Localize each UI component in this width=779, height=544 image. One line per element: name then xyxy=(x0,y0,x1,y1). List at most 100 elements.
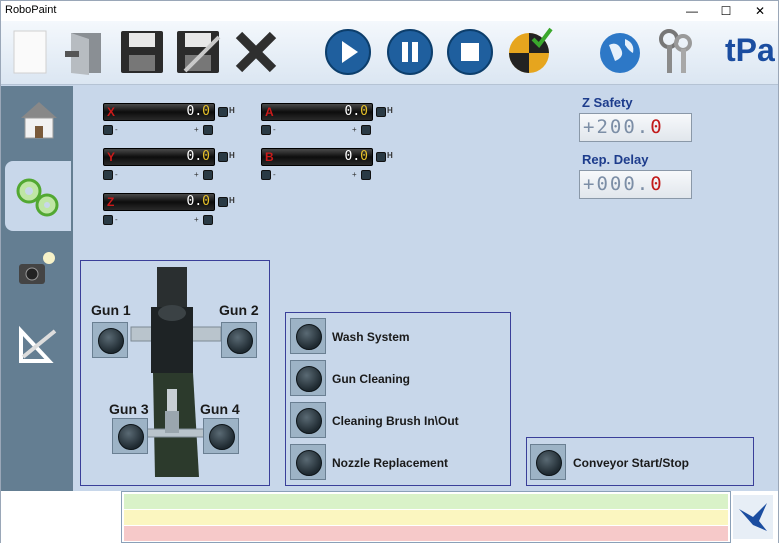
axis-y-value: 0.0 xyxy=(186,149,210,164)
axis-x-value: 0.0 xyxy=(186,104,210,119)
maximize-button[interactable]: ☐ xyxy=(709,1,743,21)
axis-x-control: X 0.0 H - + xyxy=(103,103,243,141)
cleaning-brush-button[interactable] xyxy=(290,402,326,438)
rep-delay-label: Rep. Delay xyxy=(582,152,649,167)
calibrate-icon[interactable] xyxy=(505,27,555,77)
stop-icon[interactable] xyxy=(445,27,495,77)
axis-a-minus-label: - xyxy=(273,125,276,134)
axis-a-minus-button[interactable] xyxy=(261,125,271,135)
cleaning-panel: Wash System Gun Cleaning Cleaning Brush … xyxy=(285,312,511,486)
nozzle-replacement-row: Nozzle Replacement xyxy=(288,444,510,482)
axis-z-control: Z 0.0 H - + xyxy=(103,193,243,231)
nozzle-replacement-button[interactable] xyxy=(290,444,326,480)
toolbar: tPa xyxy=(1,21,778,85)
axis-a-letter: A xyxy=(265,105,274,119)
gun-4-label: Gun 4 xyxy=(200,401,240,417)
axis-x-letter: X xyxy=(107,105,116,119)
axis-z-value: 0.0 xyxy=(186,194,210,209)
pause-icon[interactable] xyxy=(385,27,435,77)
wash-system-button[interactable] xyxy=(290,318,326,354)
axis-y-letter: Y xyxy=(107,150,116,164)
axis-x-minus-button[interactable] xyxy=(103,125,113,135)
set-square-icon xyxy=(19,325,57,363)
keys-icon[interactable] xyxy=(651,27,701,77)
gun-2-button[interactable] xyxy=(221,322,257,358)
title-bar: RoboPaint — ☐ ✕ xyxy=(1,1,778,21)
gun-1-label: Gun 1 xyxy=(91,302,131,318)
sidebar xyxy=(1,86,73,491)
axis-z-plus-button[interactable] xyxy=(203,215,213,225)
sidebar-tab-tools[interactable] xyxy=(5,311,71,381)
axis-x-minus-label: - xyxy=(115,125,118,134)
gun-2-label: Gun 2 xyxy=(219,302,259,318)
gun-panel: Gun 1 Gun 2 Gun 3 Gun 4 xyxy=(80,260,270,486)
axis-z-minus-button[interactable] xyxy=(103,215,113,225)
axis-y-home-label: H xyxy=(229,151,235,160)
delete-icon[interactable] xyxy=(231,27,281,77)
conveyor-button[interactable] xyxy=(530,444,566,480)
z-safety-label: Z Safety xyxy=(582,95,633,110)
rep-delay-field[interactable]: +000.0 xyxy=(579,170,692,199)
tpa-logo-text: tPa xyxy=(725,32,775,68)
minimize-button[interactable]: — xyxy=(675,1,709,21)
axis-a-plus-button[interactable] xyxy=(361,125,371,135)
axis-a-control: A 0.0 H - + xyxy=(261,103,401,141)
status-band-warning xyxy=(124,510,728,525)
axis-z-display: Z 0.0 xyxy=(103,193,215,211)
axis-y-control: Y 0.0 H - + xyxy=(103,148,243,186)
save-icon[interactable] xyxy=(117,27,167,77)
window-title: RoboPaint xyxy=(5,4,57,16)
axis-y-plus-button[interactable] xyxy=(203,170,213,180)
exit-door-icon[interactable] xyxy=(61,27,111,77)
axis-b-control: B 0.0 H - + xyxy=(261,148,401,186)
sidebar-tab-settings[interactable] xyxy=(5,161,71,231)
axis-z-plus-label: + xyxy=(194,215,199,224)
gears-icon xyxy=(16,178,59,217)
gun-cleaning-row: Gun Cleaning xyxy=(288,360,510,398)
gun-cleaning-label: Gun Cleaning xyxy=(332,372,410,386)
axis-x-plus-label: + xyxy=(194,125,199,134)
axis-y-minus-button[interactable] xyxy=(103,170,113,180)
axis-a-home-button[interactable] xyxy=(376,107,386,117)
axis-b-home-button[interactable] xyxy=(376,152,386,162)
status-band-ok xyxy=(124,494,728,509)
axis-z-minus-label: - xyxy=(115,215,118,224)
gun-4-button[interactable] xyxy=(203,418,239,454)
axis-b-plus-button[interactable] xyxy=(361,170,371,180)
bird-icon[interactable] xyxy=(733,495,773,539)
axis-b-home-label: H xyxy=(387,151,393,160)
globe-icon[interactable] xyxy=(595,27,645,77)
conveyor-label: Conveyor Start/Stop xyxy=(573,456,690,470)
sidebar-tab-camera[interactable] xyxy=(5,236,71,306)
robopaint-window: RoboPaint — ☐ ✕ tPa X 0.0 H - + Y 0.0 H … xyxy=(0,0,779,543)
axis-a-home-label: H xyxy=(387,106,393,115)
status-band-error xyxy=(124,526,728,541)
conveyor-panel: Conveyor Start/Stop xyxy=(526,437,754,486)
gun-cleaning-button[interactable] xyxy=(290,360,326,396)
axis-b-minus-button[interactable] xyxy=(261,170,271,180)
axis-a-value: 0.0 xyxy=(344,104,368,119)
cleaning-brush-row: Cleaning Brush In\Out xyxy=(288,402,510,440)
axis-a-display: A 0.0 xyxy=(261,103,373,121)
close-button[interactable]: ✕ xyxy=(743,1,777,21)
wash-system-label: Wash System xyxy=(332,330,410,344)
axis-z-home-button[interactable] xyxy=(218,197,228,207)
axis-b-letter: B xyxy=(265,150,274,164)
axis-x-home-label: H xyxy=(229,106,235,115)
play-icon[interactable] xyxy=(323,27,373,77)
new-document-icon[interactable] xyxy=(7,27,57,77)
axis-y-home-button[interactable] xyxy=(218,152,228,162)
axis-z-letter: Z xyxy=(107,195,115,209)
status-log xyxy=(121,491,731,543)
z-safety-field[interactable]: +200.0 xyxy=(579,113,692,142)
gun-3-button[interactable] xyxy=(112,418,148,454)
sidebar-tab-home[interactable] xyxy=(5,86,71,156)
gun-1-button[interactable] xyxy=(92,322,128,358)
settings-panel: X 0.0 H - + Y 0.0 H - + Z 0.0 H - + A 0.… xyxy=(73,86,778,491)
axis-x-home-button[interactable] xyxy=(218,107,228,117)
nozzle-replacement-label: Nozzle Replacement xyxy=(332,456,449,470)
axis-b-display: B 0.0 xyxy=(261,148,373,166)
axis-b-plus-label: + xyxy=(352,170,357,179)
save-as-icon[interactable] xyxy=(173,27,223,77)
axis-x-plus-button[interactable] xyxy=(203,125,213,135)
